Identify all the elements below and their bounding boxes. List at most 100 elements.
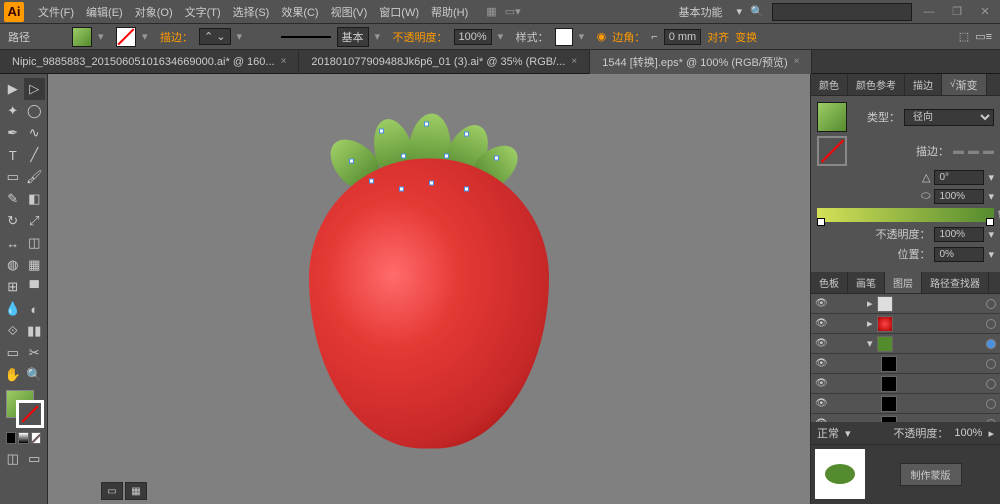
target-icon[interactable] xyxy=(986,299,996,309)
stop-position-input[interactable] xyxy=(934,247,984,262)
direct-selection-tool[interactable]: ▷ xyxy=(24,78,46,100)
pathfinder-tab[interactable]: 路径查找器 xyxy=(922,272,989,293)
expand-icon[interactable]: ▾ xyxy=(867,337,873,350)
mesh-tool[interactable]: ⊞ xyxy=(2,276,24,298)
isolate-icon[interactable]: ⬚ xyxy=(959,30,969,43)
brushes-tab[interactable]: 画笔 xyxy=(848,272,885,293)
brush-basic[interactable]: 基本 xyxy=(337,27,369,47)
stroke-btn-2[interactable]: ▬ xyxy=(968,145,979,157)
fill-dropdown-icon[interactable]: ▾ xyxy=(98,30,110,43)
symbol-sprayer-tool[interactable]: ⟐ xyxy=(2,320,24,342)
menu-help[interactable]: 帮助(H) xyxy=(425,4,474,20)
maximize-button[interactable]: ❐ xyxy=(946,3,968,21)
visibility-icon[interactable]: 👁 xyxy=(815,378,829,389)
type-tool[interactable]: T xyxy=(2,144,24,166)
rotate-tool[interactable]: ↻ xyxy=(2,210,24,232)
corner-icon[interactable]: ⌐ xyxy=(651,31,657,43)
style-swatch[interactable] xyxy=(555,28,573,46)
target-icon[interactable] xyxy=(986,359,996,369)
gradient-preview[interactable] xyxy=(817,102,847,132)
visibility-icon[interactable]: 👁 xyxy=(815,338,829,349)
expand-icon[interactable]: ▸ xyxy=(867,297,873,310)
menu-view[interactable]: 视图(V) xyxy=(325,4,374,20)
opacity-label[interactable]: 不透明度： xyxy=(393,29,448,45)
visibility-icon[interactable]: 👁 xyxy=(815,398,829,409)
layer-thumb[interactable] xyxy=(877,316,893,332)
visibility-icon[interactable]: 👁 xyxy=(815,318,829,329)
gradient-slider[interactable]: 🗑 xyxy=(817,208,994,222)
layers-tab[interactable]: 图层 xyxy=(885,272,922,293)
stroke-label[interactable]: 描边： xyxy=(160,29,193,45)
stroke-tab[interactable]: 描边 xyxy=(905,74,942,95)
stop-opacity-input[interactable] xyxy=(934,227,984,242)
layer-thumb[interactable] xyxy=(881,396,897,412)
color-mode[interactable] xyxy=(6,432,16,444)
delete-stop-icon[interactable]: 🗑 xyxy=(997,210,1000,221)
dock-btn-2[interactable]: ▦ xyxy=(125,482,147,500)
screen-mode[interactable]: ▭ xyxy=(24,448,46,470)
close-icon[interactable]: × xyxy=(794,56,800,67)
expand-icon[interactable]: ▸ xyxy=(867,317,873,330)
blend-tool[interactable]: ◐ xyxy=(24,298,46,320)
curvature-tool[interactable]: ∿ xyxy=(24,122,46,144)
menu-effect[interactable]: 效果(C) xyxy=(275,4,324,20)
color-guide-tab[interactable]: 颜色参考 xyxy=(848,74,905,95)
target-icon[interactable] xyxy=(986,339,996,349)
close-icon[interactable]: × xyxy=(281,56,287,67)
stroke-btn-3[interactable]: ▬ xyxy=(983,145,994,157)
fill-stroke-indicator[interactable] xyxy=(2,390,45,430)
doc-tab-1[interactable]: Nipic_9885883_20150605101634669000.ai* @… xyxy=(0,50,299,74)
rectangle-tool[interactable]: ▭ xyxy=(2,166,24,188)
layer-thumb[interactable] xyxy=(877,336,893,352)
layer-row[interactable]: 👁 xyxy=(811,414,1000,422)
close-icon[interactable]: × xyxy=(571,56,577,67)
gradient-mode[interactable] xyxy=(18,432,28,444)
perspective-tool[interactable]: ▦ xyxy=(24,254,46,276)
stroke-profile[interactable] xyxy=(281,36,331,38)
eraser-tool[interactable]: ◧ xyxy=(24,188,46,210)
shape-builder-tool[interactable]: ◍ xyxy=(2,254,24,276)
menu-edit[interactable]: 编辑(E) xyxy=(80,4,129,20)
target-icon[interactable] xyxy=(986,399,996,409)
none-mode[interactable] xyxy=(31,432,41,444)
recolor-icon[interactable]: ◉ xyxy=(597,30,607,43)
line-tool[interactable]: ╱ xyxy=(24,144,46,166)
bridge-icon[interactable]: ▦ xyxy=(486,5,496,18)
workspace-dropdown-icon[interactable]: ▾ xyxy=(736,5,742,18)
align-label[interactable]: 对齐 xyxy=(707,29,729,45)
opacity-value[interactable]: 100% xyxy=(454,29,492,45)
menu-type[interactable]: 文字(T) xyxy=(179,4,227,20)
zoom-tool[interactable]: 🔍 xyxy=(24,364,46,386)
search-input[interactable] xyxy=(772,3,912,21)
pencil-tool[interactable]: ✎ xyxy=(2,188,24,210)
menu-object[interactable]: 对象(O) xyxy=(129,4,179,20)
canvas[interactable]: ▭ ▦ xyxy=(48,74,810,504)
panel-menu-icon[interactable]: ▭≡ xyxy=(975,30,992,43)
stroke-weight[interactable]: ⌃ ⌄ xyxy=(199,28,231,45)
corner-value[interactable]: 0 mm xyxy=(664,29,702,45)
mask-thumb[interactable] xyxy=(815,449,865,499)
hand-tool[interactable]: ✋ xyxy=(2,364,24,386)
layer-row[interactable]: 👁▾ xyxy=(811,334,1000,354)
pen-tool[interactable]: ✒ xyxy=(2,122,24,144)
layer-row[interactable]: 👁▸ xyxy=(811,314,1000,334)
stroke-swatch[interactable] xyxy=(116,27,136,47)
arrange-icon[interactable]: ▭▾ xyxy=(505,5,521,18)
make-mask-button[interactable]: 制作蒙版 xyxy=(900,463,962,486)
stroke-dropdown-icon[interactable]: ▾ xyxy=(142,30,154,43)
menu-window[interactable]: 窗口(W) xyxy=(373,4,425,20)
layer-thumb[interactable] xyxy=(881,376,897,392)
paintbrush-tool[interactable]: 🖌 xyxy=(24,166,46,188)
menu-select[interactable]: 选择(S) xyxy=(227,4,276,20)
width-tool[interactable]: ↔ xyxy=(2,232,24,254)
selection-tool[interactable]: ▶ xyxy=(2,78,24,100)
opacity-footer-val[interactable]: 100% xyxy=(954,427,982,439)
stroke-btn-1[interactable]: ▬ xyxy=(953,145,964,157)
dock-btn-1[interactable]: ▭ xyxy=(101,482,123,500)
gradient-tab[interactable]: √渐变 xyxy=(942,74,987,95)
doc-tab-3[interactable]: 1544 [转换].eps* @ 100% (RGB/预览)× xyxy=(590,50,812,74)
layer-row[interactable]: 👁 xyxy=(811,354,1000,374)
doc-tab-2[interactable]: 201801077909488Jk6p6_01 (3).ai* @ 35% (R… xyxy=(299,50,590,74)
layer-row[interactable]: 👁▸ xyxy=(811,294,1000,314)
layer-row[interactable]: 👁 xyxy=(811,374,1000,394)
